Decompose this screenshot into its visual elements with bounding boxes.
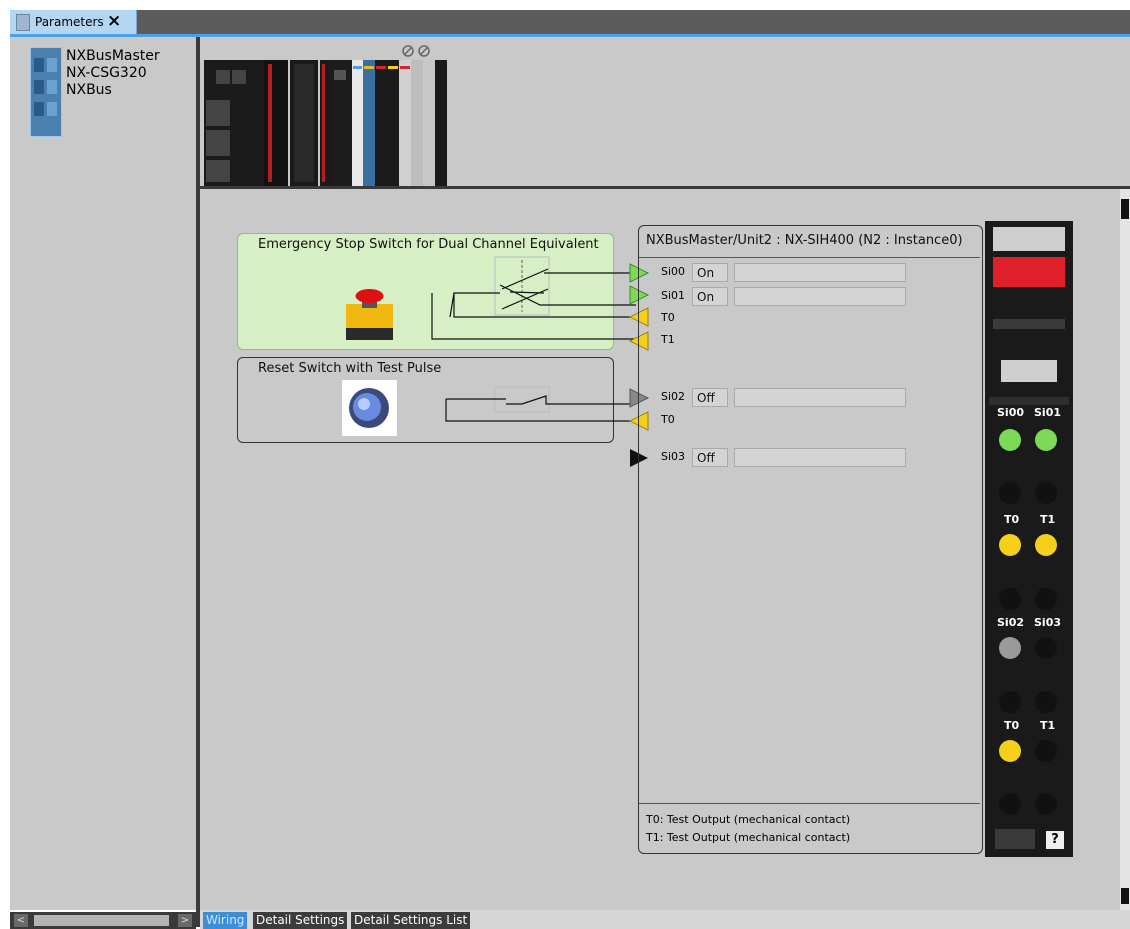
- note-t1: T1: Test Output (mechanical contact): [646, 831, 851, 844]
- signal-si00-label: Si00: [661, 265, 686, 278]
- scroll-right-icon[interactable]: >: [178, 914, 192, 927]
- led-si03-label: Si03: [1034, 616, 1062, 629]
- scroll-down-button[interactable]: [1121, 888, 1129, 904]
- tab-detail-settings[interactable]: Detail Settings: [253, 912, 348, 929]
- signal-si01-field[interactable]: [734, 287, 906, 306]
- notes-divider: [639, 803, 980, 804]
- unit-title-divider: [639, 257, 980, 258]
- signal-si03-label: Si03: [661, 450, 686, 463]
- signal-si01-status: On: [692, 287, 728, 306]
- signal-si02-field[interactable]: [734, 388, 906, 407]
- signal-t0-reset-label: T0: [661, 413, 675, 426]
- note-t0: T0: Test Output (mechanical contact): [646, 813, 851, 826]
- scroll-left-icon[interactable]: <: [14, 914, 28, 927]
- signal-si03-field[interactable]: [734, 448, 906, 467]
- vertical-scrollbar[interactable]: [1120, 189, 1130, 910]
- device-bus: NXBus: [66, 82, 112, 98]
- led-t0-b-label: T0: [1004, 719, 1020, 732]
- led-t1-label: T1: [1040, 513, 1056, 526]
- unit-rack-graphic[interactable]: [202, 40, 452, 188]
- led-t0-label: T0: [1004, 513, 1020, 526]
- tab-wiring[interactable]: Wiring: [203, 912, 248, 929]
- signal-si03-status: Off: [692, 448, 728, 467]
- device-name[interactable]: NXBusMaster: [66, 48, 160, 64]
- signal-si02-status: Off: [692, 388, 728, 407]
- signal-si00-field[interactable]: [734, 263, 906, 282]
- tab-detail-settings-list[interactable]: Detail Settings List: [351, 912, 471, 929]
- led-si02-label: Si02: [997, 616, 1025, 629]
- unit-module-graphic: [985, 221, 1073, 857]
- signal-si02-label: Si02: [661, 390, 686, 403]
- led-si00-label: Si00: [997, 406, 1025, 419]
- coupler-icon[interactable]: [30, 47, 62, 137]
- scroll-thumb[interactable]: [34, 915, 169, 926]
- unit-title: NXBusMaster/Unit2 : NX-SIH400 (N2 : Inst…: [646, 233, 963, 248]
- led-si01-label: Si01: [1034, 406, 1062, 419]
- signal-t1-label: T1: [661, 333, 675, 346]
- coupler-icon-graphic: [34, 58, 57, 116]
- help-button[interactable]: ?: [1046, 831, 1064, 849]
- led-t1-b-label: T1: [1040, 719, 1056, 732]
- scroll-up-button[interactable]: [1121, 199, 1129, 219]
- unit-parameter-box: [638, 225, 983, 854]
- signal-t0-label: T0: [661, 311, 675, 324]
- tab-parameters-label: Parameters: [35, 15, 104, 29]
- signal-si01-label: Si01: [661, 289, 686, 302]
- device-tree-panel: [10, 37, 196, 910]
- editor-tab-strip: [10, 10, 1130, 34]
- device-model: NX-CSG320: [66, 65, 147, 81]
- tab-close-button[interactable]: ×: [107, 11, 121, 31]
- signal-si00-status: On: [692, 263, 728, 282]
- document-icon: [16, 14, 30, 31]
